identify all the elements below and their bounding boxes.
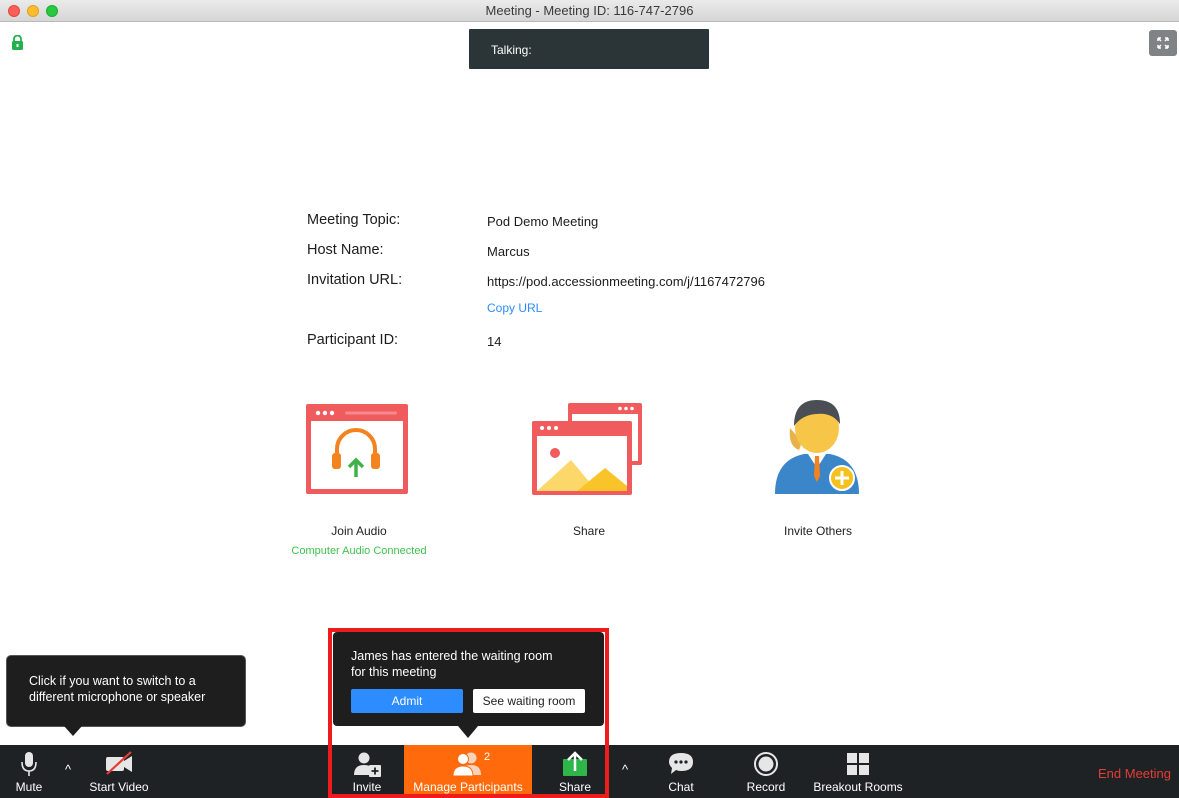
window-title: Meeting - Meeting ID: 116-747-2796: [485, 3, 694, 18]
chat-icon: [669, 753, 693, 774]
invite-others-icon[interactable]: [772, 398, 862, 502]
copy-url-link[interactable]: Copy URL: [487, 301, 542, 315]
record-label: Record: [746, 780, 786, 794]
breakout-rooms-label: Breakout Rooms: [813, 780, 903, 794]
host-name-label: Host Name:: [307, 242, 384, 258]
participant-id-label: Participant ID:: [307, 332, 399, 348]
mute-label: Mute: [15, 780, 43, 794]
video-off-icon: [106, 751, 132, 775]
share-screen-icon[interactable]: [531, 402, 645, 498]
record-icon: [754, 752, 778, 776]
invite-others-label[interactable]: Invite Others: [758, 524, 878, 538]
chat-button[interactable]: Chat: [652, 745, 710, 798]
tooltip-arrow: [64, 726, 82, 736]
lock-icon[interactable]: [11, 35, 24, 50]
host-name-value: Marcus: [487, 244, 530, 259]
talking-indicator: Talking:: [469, 29, 709, 69]
fullscreen-button[interactable]: [1149, 30, 1177, 56]
breakout-rooms-button[interactable]: Breakout Rooms: [808, 745, 908, 798]
breakout-rooms-icon: [847, 753, 869, 775]
end-meeting-button[interactable]: End Meeting: [1098, 766, 1171, 781]
microphone-switch-tooltip: Click if you want to switch to a differe…: [6, 655, 246, 727]
tooltip-line: Click if you want to switch to a: [29, 674, 196, 688]
meeting-topic-value: Pod Demo Meeting: [487, 214, 599, 229]
meeting-topic-label: Meeting Topic:: [307, 212, 401, 228]
share-options-caret[interactable]: ^: [622, 762, 628, 777]
record-button[interactable]: Record: [736, 745, 796, 798]
invitation-url-label: Invitation URL:: [307, 272, 403, 288]
chat-label: Chat: [668, 780, 694, 794]
share-label[interactable]: Share: [529, 524, 649, 538]
audio-options-caret[interactable]: ^: [65, 762, 71, 777]
mute-button[interactable]: Mute: [0, 745, 58, 798]
participant-id-value: 14: [487, 334, 502, 349]
join-audio-label[interactable]: Join Audio: [299, 524, 419, 538]
join-audio-icon[interactable]: [305, 403, 411, 497]
microphone-icon: [21, 752, 37, 776]
expand-icon: [1157, 37, 1169, 49]
audio-status-text: Computer Audio Connected: [291, 545, 427, 557]
start-video-label: Start Video: [89, 780, 149, 794]
tooltip-line: different microphone or speaker: [29, 690, 206, 704]
highlight-annotation: [328, 628, 609, 798]
title-bar: Meeting - Meeting ID: 116-747-2796: [0, 0, 1179, 22]
invitation-url-value: https://pod.accessionmeeting.com/j/11674…: [487, 274, 765, 289]
start-video-button[interactable]: Start Video: [84, 745, 154, 798]
